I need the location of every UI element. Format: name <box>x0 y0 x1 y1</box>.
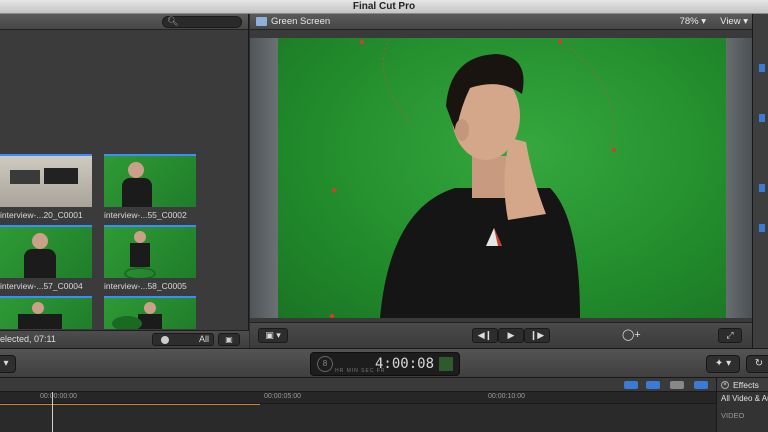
next-edit-button[interactable]: ❙▶ <box>524 328 550 343</box>
timeline-header <box>0 378 716 392</box>
person-figure <box>380 38 615 318</box>
timeline: 00:00:00:00 00:00:05:00 00:00:10:00 <box>0 378 716 432</box>
retime-icon: ↻ <box>754 358 764 369</box>
enhancements-button[interactable]: ✦ ▾ <box>706 355 740 373</box>
chevron-down-icon: ▾ <box>743 16 748 27</box>
inspector-indicator <box>759 114 765 122</box>
clip-thumbnail[interactable] <box>104 154 196 207</box>
filmstrip-icon: ▣ <box>225 335 233 344</box>
search-icon: 🔍︎ <box>167 16 179 26</box>
solo-icon[interactable] <box>670 381 684 389</box>
effects-browser: × Effects All Video & Audio VIDEO <box>716 378 768 432</box>
selection-info: elected, 07:11 <box>0 334 56 344</box>
zoom-slider-knob[interactable] <box>161 336 169 344</box>
skip-back-icon: ◀❙ <box>477 330 493 340</box>
clip-name: interview-...20_C0001 <box>0 210 83 220</box>
clip-item[interactable]: interview-...20_C0001 <box>0 154 92 220</box>
clip-item[interactable] <box>104 296 196 329</box>
event-browser: 🔍︎ interview-...20_C0001 interview-...55… <box>0 14 249 348</box>
timecode-ring: 8 <box>317 356 333 372</box>
chevron-down-icon: ▾ <box>701 16 706 27</box>
crop-icon: ▣ ▾ <box>265 330 281 340</box>
keyframe-point[interactable] <box>332 188 336 192</box>
expand-icon: ⤢ <box>726 330 734 340</box>
view-menu[interactable]: View ▾ <box>720 16 748 27</box>
close-icon[interactable]: × <box>721 381 729 389</box>
browser-header: 🔍︎ <box>0 14 248 30</box>
effects-header: × Effects <box>717 378 768 392</box>
clip-item[interactable]: interview-...55_C0002 <box>104 154 196 220</box>
clip-thumbnail[interactable] <box>104 225 196 278</box>
browser-footer: elected, 07:11 All ▣ <box>0 330 249 348</box>
ruler-label: 00:00:00:00 <box>40 393 77 400</box>
viewer-header: Green Screen 78% ▾ View ▾ <box>250 14 752 30</box>
clip-appearance-icon[interactable] <box>624 381 638 389</box>
tool-menu-button[interactable]: ▾ <box>0 355 16 373</box>
keyframe-point[interactable] <box>330 314 334 318</box>
clip-thumbnail[interactable] <box>0 154 92 207</box>
keyframe-point[interactable] <box>558 40 562 44</box>
window-title: Final Cut Pro <box>352 1 416 12</box>
clip-item[interactable] <box>0 296 92 329</box>
search-input[interactable]: 🔍︎ <box>162 16 242 28</box>
video-frame[interactable] <box>250 38 752 318</box>
timecode-value: 4:00:08 <box>375 356 435 372</box>
clip-thumbnail[interactable] <box>104 296 196 329</box>
viewer-title: Green Screen <box>271 16 331 27</box>
retime-button[interactable]: ↻ <box>746 355 768 373</box>
window-title-bar: Final Cut Pro <box>0 0 768 14</box>
play-icon: ▶ <box>507 330 515 340</box>
ruler-label: 00:00:10:00 <box>488 393 525 400</box>
clip-name: interview-...55_C0002 <box>104 210 187 220</box>
main-toolbar: ▾ 8 HR MIN SEC FR 4:00:08 ✦ ▾ ↻ <box>0 348 768 378</box>
pointer-add-icon: ◯+ <box>622 329 641 341</box>
project-icon <box>256 17 267 26</box>
transform-button[interactable]: ▣ ▾ <box>258 328 288 343</box>
keyframe-point[interactable] <box>612 148 616 152</box>
play-button[interactable]: ▶ <box>498 328 524 343</box>
audio-skimming-icon[interactable] <box>646 381 660 389</box>
clip-filter-control[interactable]: All <box>152 333 214 346</box>
timecode-display[interactable]: 8 HR MIN SEC FR 4:00:08 <box>310 352 460 376</box>
fullscreen-button[interactable]: ⤢ <box>718 328 742 343</box>
inspector-panel <box>752 14 768 348</box>
clip-thumbnail[interactable] <box>0 296 92 329</box>
inspector-indicator <box>759 64 765 72</box>
clip-name: interview-...58_C0005 <box>104 281 187 291</box>
chevron-down-icon: ▾ <box>3 358 9 369</box>
clip-appearance-button[interactable]: ▣ <box>218 333 240 346</box>
clip-item[interactable]: interview-...57_C0004 <box>0 225 92 291</box>
range-indicator <box>0 404 260 405</box>
effects-title: Effects <box>733 380 759 390</box>
filter-label: All <box>198 334 209 344</box>
playhead[interactable] <box>52 392 53 432</box>
skip-forward-icon: ❙▶ <box>529 330 545 340</box>
viewer: Green Screen 78% ▾ View ▾ ▣ ▾ ◀❙ ▶ ❙▶ ◯+… <box>250 14 752 348</box>
keyframe-point[interactable] <box>360 40 364 44</box>
clip-name: interview-...57_C0004 <box>0 281 83 291</box>
timeline-ruler[interactable]: 00:00:00:00 00:00:05:00 00:00:10:00 <box>0 392 716 404</box>
snapping-icon[interactable] <box>694 381 708 389</box>
viewer-footer: ▣ ▾ ◀❙ ▶ ❙▶ ◯+ ⤢ <box>250 322 752 348</box>
clip-thumbnail[interactable] <box>0 225 92 278</box>
ruler-label: 00:00:05:00 <box>264 393 301 400</box>
effects-section: VIDEO <box>721 411 745 420</box>
clip-item[interactable]: interview-...58_C0005 <box>104 225 196 291</box>
inspector-indicator <box>759 184 765 192</box>
zoom-menu[interactable]: 78% ▾ <box>680 16 706 27</box>
effects-category[interactable]: All Video & Audio <box>717 394 768 403</box>
previous-edit-button[interactable]: ◀❙ <box>472 328 498 343</box>
audio-meters-icon[interactable] <box>439 357 453 371</box>
magic-wand-icon: ✦ ▾ <box>714 358 732 369</box>
inspector-indicator <box>759 224 765 232</box>
